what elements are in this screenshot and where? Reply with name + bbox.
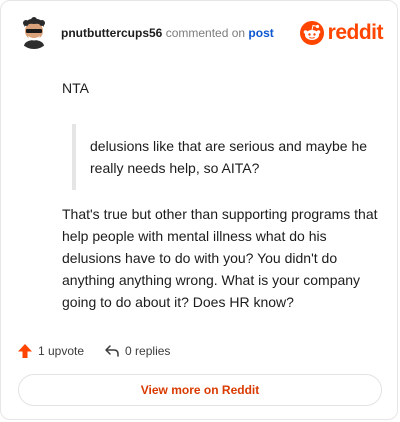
comment-header: pnutbuttercups56 commented on post reddi… bbox=[17, 15, 384, 51]
comment-meta: pnutbuttercups56 commented on post bbox=[61, 26, 274, 40]
replies-button[interactable]: 0 replies bbox=[104, 343, 170, 359]
reddit-logo[interactable]: reddit bbox=[299, 20, 384, 46]
username[interactable]: pnutbuttercups56 bbox=[61, 26, 162, 40]
avatar-icon bbox=[17, 15, 51, 49]
arrow-up-icon bbox=[18, 344, 32, 358]
comment-actions: 1 upvote 0 replies bbox=[17, 339, 190, 363]
user-avatar[interactable] bbox=[17, 15, 51, 49]
post-link[interactable]: post bbox=[248, 26, 273, 40]
view-more-button[interactable]: View more on Reddit bbox=[18, 374, 382, 406]
reply-icon bbox=[105, 345, 119, 357]
replies-count: 0 replies bbox=[125, 344, 171, 358]
comment-paragraph: NTA bbox=[62, 80, 89, 96]
comment-card: pnutbuttercups56 commented on post reddi… bbox=[0, 0, 398, 420]
reddit-snoo-icon bbox=[299, 21, 324, 45]
comment-body: NTA delusions like that are serious and … bbox=[62, 77, 379, 313]
upvote-count: 1 upvote bbox=[38, 344, 85, 358]
brand-wordmark: reddit bbox=[327, 21, 384, 44]
upvote-button[interactable]: 1 upvote bbox=[17, 343, 84, 359]
comment-paragraph: That's true but other than supporting pr… bbox=[62, 206, 378, 310]
action-text: commented on bbox=[165, 26, 246, 40]
comment-quote: delusions like that are serious and mayb… bbox=[72, 124, 379, 190]
